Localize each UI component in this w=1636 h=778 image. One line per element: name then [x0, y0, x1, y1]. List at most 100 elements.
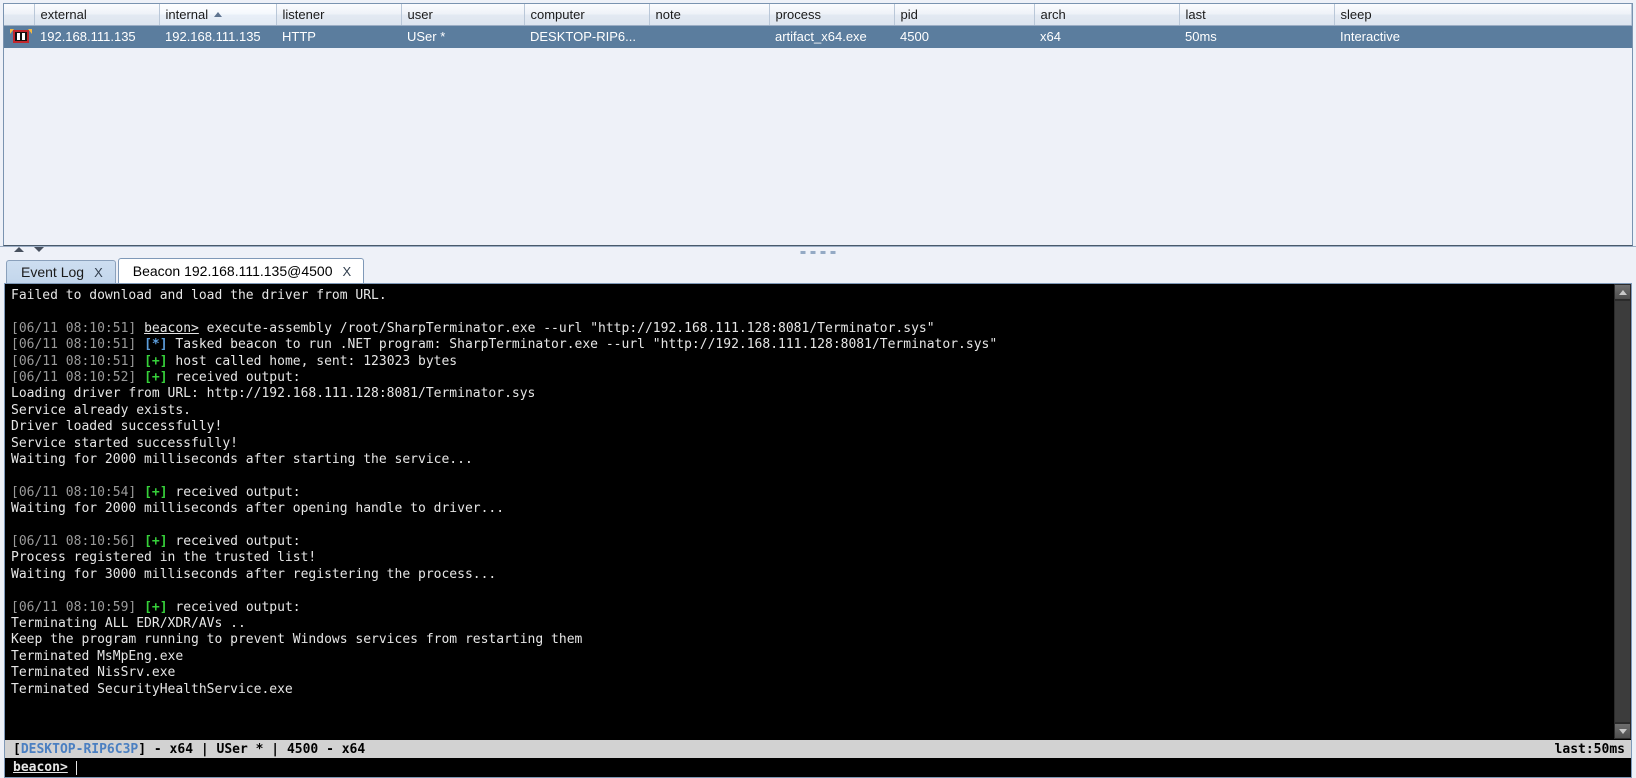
splitter-buttons	[14, 247, 44, 252]
tab-label: Event Log	[21, 264, 85, 280]
tab-label: Beacon 192.168.111.135@4500	[132, 263, 333, 279]
table-empty-area	[4, 47, 1632, 245]
cell-internal: 192.168.111.135	[165, 29, 261, 45]
scrollbar-track[interactable]	[1614, 300, 1631, 723]
console-line: Keep the program running to prevent Wind…	[11, 632, 583, 648]
cobalt-strike-window: external internal listener user computer…	[0, 0, 1636, 778]
column-header-last[interactable]: last	[1179, 4, 1335, 26]
status-hostname: DESKTOP-RIP6C3P	[20, 741, 139, 757]
status-rest: ] - x64 | USer * | 4500 - x64	[138, 741, 366, 757]
cell-listener: HTTP	[282, 29, 316, 45]
console-line: [06/11 08:10:54] [+] received output:	[11, 484, 301, 500]
column-label-sleep: sleep	[1340, 7, 1372, 22]
column-header-pid[interactable]: pid	[894, 4, 1035, 26]
column-label-arch: arch	[1040, 7, 1066, 22]
console-line: [06/11 08:10:59] [+] received output:	[11, 599, 301, 615]
console-line: Service started successfully!	[11, 435, 238, 451]
column-header-listener[interactable]: listener	[276, 4, 402, 26]
arrow-up-icon	[1618, 289, 1627, 295]
tab-bar: Event Log X Beacon 192.168.111.135@4500 …	[0, 258, 1636, 283]
console-line: [06/11 08:10:56] [+] received output:	[11, 534, 301, 550]
splitter-grip[interactable]	[800, 251, 836, 254]
scroll-up-button[interactable]	[1614, 284, 1631, 300]
console-line: [06/11 08:10:51] beacon> execute-assembl…	[11, 320, 935, 336]
console-output: Failed to download and load the driver f…	[5, 284, 1614, 739]
beacon-command-input[interactable]	[76, 760, 1631, 775]
console-line: Terminated MsMpEng.exe	[11, 648, 184, 664]
console-line: Driver loaded successfully!	[11, 419, 223, 435]
cell-pid: 4500	[900, 29, 929, 45]
console-line: Waiting for 2000 milliseconds after open…	[11, 501, 505, 517]
cell-last: 50ms	[1185, 29, 1217, 45]
console-scrollbar[interactable]	[1614, 284, 1631, 739]
beacon-table-panel: external internal listener user computer…	[0, 0, 1636, 247]
status-open-bracket: [	[13, 741, 21, 757]
beacon-status-bar: [DESKTOP-RIP6C3P] - x64 | USer * | 4500 …	[5, 739, 1631, 758]
column-header-process[interactable]: process	[769, 4, 895, 26]
console-line: Waiting for 3000 milliseconds after regi…	[11, 566, 497, 582]
cell-external: 192.168.111.135	[40, 29, 136, 45]
console-line: [06/11 08:10:51] [+] host called home, s…	[11, 353, 458, 369]
column-header-computer[interactable]: computer	[524, 4, 650, 26]
beacon-table-header: external internal listener user computer…	[4, 4, 1632, 26]
cell-note	[649, 26, 769, 48]
console-line: Failed to download and load the driver f…	[11, 288, 387, 303]
console-line: [06/11 08:10:52] [+] received output:	[11, 370, 301, 386]
column-header-sleep[interactable]: sleep	[1334, 4, 1632, 26]
console-main: Failed to download and load the driver f…	[5, 284, 1631, 739]
row-beacon-icon-cell	[4, 26, 34, 48]
status-left: [DESKTOP-RIP6C3P] - x64 | USer * | 4500 …	[13, 742, 365, 757]
beacon-table-body: 192.168.111.135 192.168.111.135 HTTP USe…	[4, 25, 1632, 48]
column-label-internal: internal	[165, 7, 209, 22]
pane-splitter[interactable]	[0, 247, 1636, 258]
tab-event-log[interactable]: Event Log X	[6, 260, 116, 283]
cell-user: USer *	[407, 29, 446, 45]
tab-beacon-console[interactable]: Beacon 192.168.111.135@4500 X	[117, 258, 365, 283]
console-line: Waiting for 2000 milliseconds after star…	[11, 452, 473, 468]
column-label-listener: listener	[282, 7, 325, 22]
status-last-checkin: last:50ms	[1554, 741, 1625, 757]
column-label-note: note	[655, 7, 681, 22]
arrow-down-icon	[1618, 728, 1627, 734]
column-label-user: user	[407, 7, 433, 22]
cell-arch: x64	[1040, 29, 1061, 45]
beacon-prompt-label: beacon>	[13, 760, 68, 775]
column-label-last: last	[1185, 7, 1206, 22]
beacon-table: external internal listener user computer…	[4, 4, 1632, 48]
collapse-up-icon[interactable]	[14, 247, 24, 252]
column-header-user[interactable]: user	[401, 4, 525, 26]
tab-close-icon[interactable]: X	[343, 264, 352, 279]
column-header-external[interactable]: external	[34, 4, 160, 26]
column-header-internal[interactable]: internal	[159, 4, 277, 26]
console-line: Loading driver from URL: http://192.168.…	[11, 386, 536, 402]
beacon-console: Failed to download and load the driver f…	[4, 283, 1632, 778]
header-row: external internal listener user computer…	[4, 4, 1632, 26]
cell-process: artifact_x64.exe	[775, 29, 867, 45]
tab-close-icon[interactable]: X	[94, 265, 103, 280]
console-line: Terminating ALL EDR/XDR/AVs ..	[11, 616, 246, 632]
cell-computer: DESKTOP-RIP6...	[530, 29, 636, 45]
column-header-note[interactable]: note	[649, 4, 770, 26]
header-icon-col	[4, 4, 35, 26]
collapse-down-icon[interactable]	[34, 247, 44, 252]
scroll-down-button[interactable]	[1614, 723, 1631, 739]
console-line: Service already exists.	[11, 402, 192, 418]
table-row[interactable]: 192.168.111.135 192.168.111.135 HTTP USe…	[4, 25, 1632, 48]
beacon-table-container: external internal listener user computer…	[3, 3, 1633, 246]
beacon-icon	[10, 29, 32, 45]
console-line: Terminated NisSrv.exe	[11, 665, 176, 681]
console-line: Terminated SecurityHealthService.exe	[11, 681, 293, 697]
beacon-input-row[interactable]: beacon>	[5, 758, 1631, 777]
column-label-computer: computer	[530, 7, 585, 22]
scrollbar-thumb[interactable]	[1614, 300, 1631, 723]
column-label-process: process	[775, 7, 822, 22]
console-line: Process registered in the trusted list!	[11, 550, 317, 566]
cell-sleep: Interactive	[1340, 29, 1400, 45]
column-label-external: external	[40, 7, 87, 22]
column-header-arch[interactable]: arch	[1034, 4, 1180, 26]
column-label-pid: pid	[900, 7, 918, 22]
